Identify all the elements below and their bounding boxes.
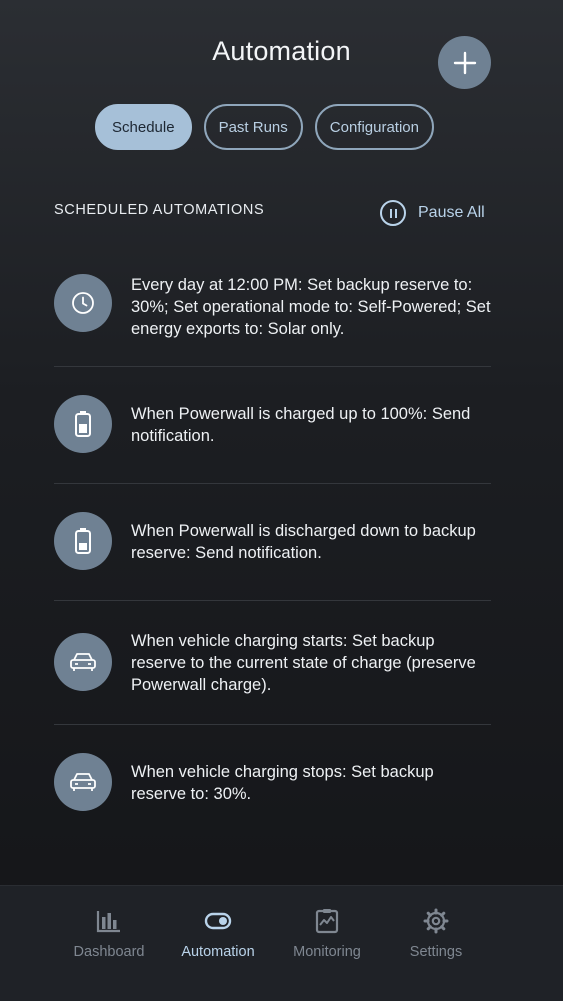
monitor-chart-icon — [272, 906, 382, 936]
add-automation-button[interactable] — [438, 36, 491, 89]
automation-text: When Powerwall is charged up to 100%: Se… — [131, 405, 471, 445]
nav-label: Settings — [409, 944, 463, 960]
automation-text: When vehicle charging stops: Set backup … — [131, 763, 434, 803]
tab-bar: Schedule Past Runs Configuration — [95, 104, 434, 150]
nav-automation[interactable]: Automation — [163, 906, 273, 960]
battery-full-icon — [54, 395, 112, 453]
automation-item[interactable]: When Powerwall is charged up to 100%: Se… — [54, 395, 491, 455]
nav-monitoring[interactable]: Monitoring — [272, 906, 382, 960]
automation-item[interactable]: When Powerwall is discharged down to bac… — [54, 512, 491, 572]
section-heading: SCHEDULED AUTOMATIONS — [54, 202, 265, 218]
pause-all-label: Pause All — [418, 204, 485, 221]
nav-dashboard[interactable]: Dashboard — [54, 906, 164, 960]
automation-text: When Powerwall is discharged down to bac… — [131, 522, 476, 562]
divider — [54, 724, 491, 725]
divider — [54, 366, 491, 367]
automation-text: When vehicle charging starts: Set backup… — [131, 632, 476, 694]
automation-item[interactable]: When vehicle charging stops: Set backup … — [54, 753, 491, 813]
plus-icon — [453, 51, 476, 74]
automation-text: Every day at 12:00 PM: Set backup reserv… — [131, 276, 491, 338]
pause-icon — [380, 200, 406, 226]
pause-all-button[interactable]: Pause All — [380, 200, 485, 226]
tab-schedule[interactable]: Schedule — [95, 104, 192, 150]
gear-icon — [381, 906, 491, 936]
nav-label: Monitoring — [293, 944, 361, 960]
toggle-icon — [163, 906, 273, 936]
divider — [54, 600, 491, 601]
tab-past-runs[interactable]: Past Runs — [203, 104, 303, 150]
battery-low-icon — [54, 512, 112, 570]
nav-label: Dashboard — [73, 944, 145, 960]
bottom-nav: Dashboard Automation Monitoring Settings — [0, 885, 563, 1001]
automation-item[interactable]: Every day at 12:00 PM: Set backup reserv… — [54, 274, 491, 344]
nav-settings[interactable]: Settings — [381, 906, 491, 960]
automation-item[interactable]: When vehicle charging starts: Set backup… — [54, 630, 491, 700]
nav-label: Automation — [181, 944, 255, 960]
car-icon — [54, 633, 112, 691]
tab-configuration[interactable]: Configuration — [314, 104, 434, 150]
divider — [54, 483, 491, 484]
clock-icon — [54, 274, 112, 332]
car-icon — [54, 753, 112, 811]
bar-chart-icon — [54, 906, 164, 936]
